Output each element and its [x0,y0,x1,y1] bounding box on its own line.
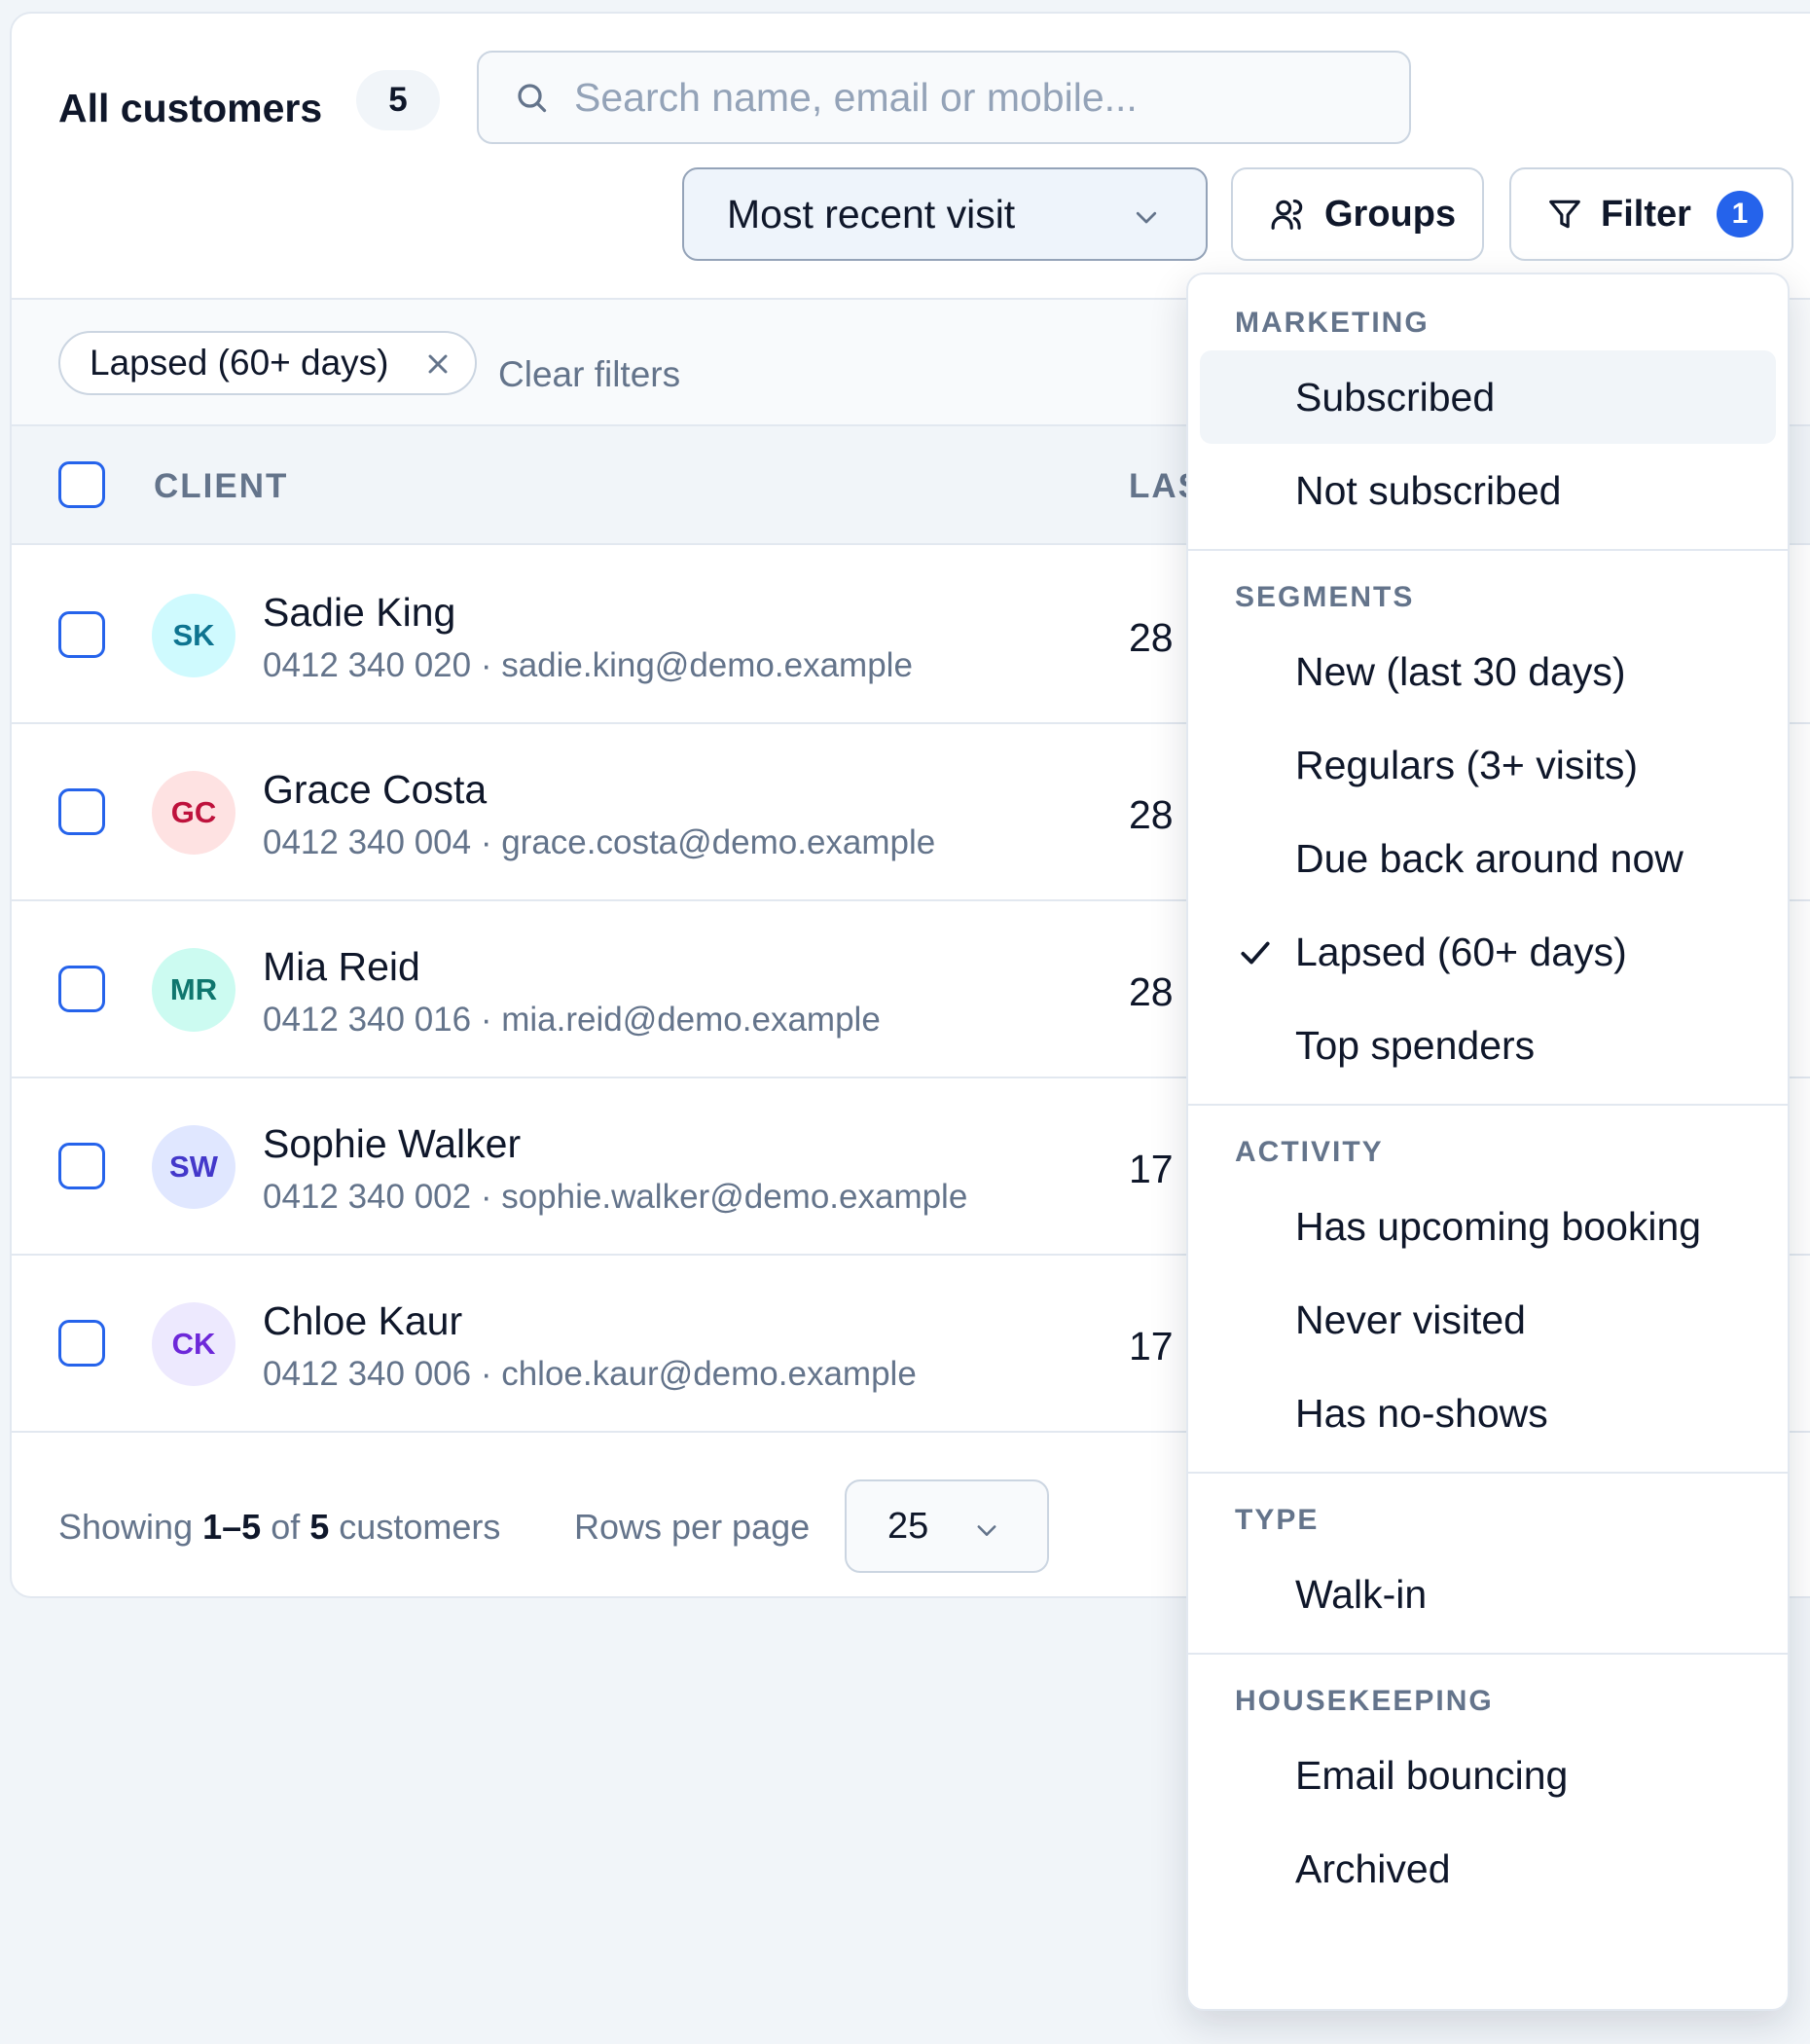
last-visit: 28 [1129,969,1174,1014]
rows-per-page-select[interactable]: 25 [845,1479,1049,1573]
row-checkbox[interactable] [58,1320,105,1367]
row-checkbox[interactable] [58,966,105,1012]
avatar: SW [152,1125,235,1209]
menu-item-label: Lapsed (60+ days) [1295,929,1627,974]
filter-dropdown-menu: MARKETING Subscribed Not subscribed SEGM… [1186,273,1790,2011]
menu-item-no-shows[interactable]: Has no-shows [1200,1367,1776,1460]
menu-section-title: HOUSEKEEPING [1235,1685,1494,1717]
menu-item-label: Top spenders [1295,1022,1536,1068]
client-name[interactable]: Sophie Walker [263,1121,521,1167]
check-icon [1241,941,1270,965]
menu-item-lapsed[interactable]: Lapsed (60+ days) [1200,905,1776,999]
menu-item-regulars[interactable]: Regulars (3+ visits) [1200,718,1776,812]
row-checkbox[interactable] [58,611,105,658]
client-contact: 0412 340 002 · sophie.walker@demo.exampl… [263,1178,968,1216]
client-contact: 0412 340 016 · mia.reid@demo.example [263,1001,881,1039]
search-icon [518,84,547,113]
menu-item-label: Regulars (3+ visits) [1295,742,1639,787]
avatar: SK [152,594,235,677]
search-input[interactable] [574,74,1372,121]
filter-count-badge: 1 [1716,191,1763,237]
customers-header: All customers 5 Most recent visit Groups… [12,14,1810,298]
menu-item-label: Archived [1295,1845,1451,1891]
summary-prefix: Showing [58,1507,194,1547]
menu-item-not-subscribed[interactable]: Not subscribed [1200,444,1776,537]
client-name[interactable]: Sadie King [263,590,455,636]
pagination-summary: Showing 1–5 of 5 customers [58,1507,500,1548]
rows-per-page-label: Rows per page [574,1507,811,1547]
menu-section-activity: ACTIVITY Has upcoming booking Never visi… [1188,1106,1788,1474]
last-visit: 28 [1129,792,1174,837]
filter-chip[interactable]: Lapsed (60+ days) [58,331,477,395]
customer-count-badge: 5 [356,70,440,130]
summary-range: 1–5 [202,1507,262,1547]
menu-section-marketing: MARKETING Subscribed Not subscribed [1188,274,1788,551]
filter-icon [1549,200,1580,229]
menu-item-archived[interactable]: Archived [1200,1822,1776,1916]
client-name[interactable]: Grace Costa [263,767,487,813]
menu-item-label: Not subscribed [1295,467,1562,513]
menu-item-top-spenders[interactable]: Top spenders [1200,999,1776,1092]
menu-section-title: ACTIVITY [1235,1136,1384,1168]
summary-suffix: customers [339,1507,501,1547]
menu-item-label: Has no-shows [1295,1390,1548,1436]
menu-item-label: Due back around now [1295,835,1683,881]
close-icon[interactable] [422,348,453,380]
client-contact: 0412 340 006 · chloe.kaur@demo.example [263,1355,917,1393]
summary-total: 5 [309,1507,330,1547]
menu-item-label: Has upcoming booking [1295,1203,1702,1249]
menu-item-label: Never visited [1295,1296,1526,1342]
menu-section-title: SEGMENTS [1235,581,1415,613]
users-icon [1271,199,1303,230]
client-contact: 0412 340 020 · sadie.king@demo.example [263,646,913,684]
select-all-checkbox[interactable] [58,461,105,508]
menu-item-label: Subscribed [1295,374,1496,420]
sort-select[interactable]: Most recent visit [682,167,1208,261]
menu-item-subscribed[interactable]: Subscribed [1200,350,1776,444]
avatar: MR [152,948,235,1032]
row-checkbox[interactable] [58,1143,105,1189]
menu-item-walk-in[interactable]: Walk-in [1200,1548,1776,1641]
search-box[interactable] [477,51,1411,144]
menu-section-housekeeping: HOUSEKEEPING Email bouncing Archived [1188,1655,1788,1927]
client-name[interactable]: Chloe Kaur [263,1298,462,1344]
menu-section-segments: SEGMENTS New (last 30 days) Regulars (3+… [1188,551,1788,1106]
chevron-down-icon [1136,211,1157,224]
rows-per-page-value: 25 [887,1505,929,1547]
menu-item-label: New (last 30 days) [1295,648,1626,694]
filter-chip-label: Lapsed (60+ days) [90,343,389,383]
client-contact: 0412 340 004 · grace.costa@demo.example [263,823,936,861]
summary-of: of [271,1507,301,1547]
menu-item-label: Email bouncing [1295,1752,1569,1798]
menu-item-due-back[interactable]: Due back around now [1200,812,1776,905]
menu-item-upcoming-booking[interactable]: Has upcoming booking [1200,1180,1776,1273]
avatar: GC [152,771,235,855]
menu-item-never-visited[interactable]: Never visited [1200,1273,1776,1367]
menu-item-label: Walk-in [1295,1571,1428,1617]
filter-button-label: Filter [1601,193,1691,235]
row-checkbox[interactable] [58,788,105,835]
menu-section-type: TYPE Walk-in [1188,1474,1788,1655]
avatar: CK [152,1302,235,1386]
menu-item-new[interactable]: New (last 30 days) [1200,625,1776,718]
menu-section-title: MARKETING [1235,307,1430,339]
filter-button[interactable]: Filter 1 [1509,167,1793,261]
sort-select-value: Most recent visit [727,191,1016,237]
chevron-down-icon [977,1525,996,1536]
menu-item-email-bouncing[interactable]: Email bouncing [1200,1729,1776,1822]
client-name[interactable]: Mia Reid [263,944,420,990]
groups-button-label: Groups [1324,193,1457,235]
last-visit: 28 [1129,615,1174,660]
clear-filters-link[interactable]: Clear filters [498,354,680,395]
menu-section-title: TYPE [1235,1504,1320,1536]
groups-button[interactable]: Groups [1231,167,1484,261]
column-header-client[interactable]: CLIENT [154,467,288,506]
page-title: All customers [58,86,323,130]
